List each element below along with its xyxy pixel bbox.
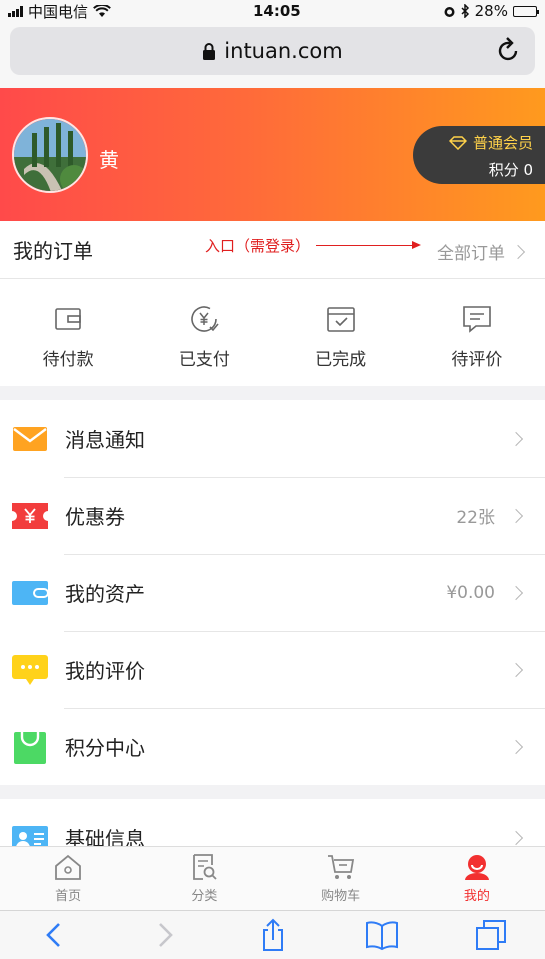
browser-toolbar [0,910,545,959]
member-level: 普通会员 [472,134,533,152]
chat-bubble-icon [12,652,48,688]
diamond-icon [448,135,467,150]
all-orders-link[interactable]: 全部订单 [437,239,526,264]
tab-cart[interactable]: 购物车 [273,847,409,910]
chevron-right-icon [508,431,524,446]
tab-home[interactable]: 首页 [0,847,136,910]
menu-item-label: 我的评价 [65,655,511,684]
menu-item-label: 消息通知 [65,428,145,452]
comment-icon [463,306,491,333]
menu-item-points-center[interactable]: 积分中心 [0,708,545,785]
chevron-right-icon [508,830,524,845]
asset-balance: ¥0.00 [446,582,495,603]
chevron-right-icon [508,585,524,600]
menu-item-coupons[interactable]: 优惠券 22张 [0,477,545,554]
cart-icon [327,855,354,879]
order-pending-payment[interactable]: 待付款 [0,279,136,386]
tab-label: 分类 [191,889,218,904]
chevron-right-icon [508,739,524,754]
menu-item-reviews[interactable]: 我的评价 [0,631,545,708]
avatar[interactable] [12,117,88,193]
tab-category[interactable]: 分类 [136,847,272,910]
tab-mine[interactable]: 我的 [409,847,545,910]
chevron-right-icon [510,244,526,259]
menu-item-assets[interactable]: 我的资产 ¥0.00 [0,554,545,631]
url-text: intuan.com [224,39,343,63]
yen-coin-icon [191,306,219,332]
alarm-icon [444,6,455,17]
home-icon [55,854,82,880]
reload-icon[interactable] [497,37,521,63]
menu-item-messages[interactable]: 消息通知 [0,400,545,477]
tab-label: 首页 [55,889,82,904]
tab-label: 购物车 [321,889,361,904]
username: 黄 [99,148,119,172]
order-item-label: 待付款 [42,350,94,370]
bluetooth-icon [461,4,469,18]
tabs-icon[interactable] [474,918,508,952]
bookmarks-icon[interactable] [365,918,399,952]
order-to-review[interactable]: 待评价 [409,279,545,386]
tab-label: 我的 [463,889,490,904]
order-paid[interactable]: 已支付 [136,279,272,386]
menu-item-label: 积分中心 [65,732,511,761]
forward-icon[interactable] [147,918,181,952]
checked-box-icon [326,307,355,332]
profile-header: 黄 普通会员 积分 0 [0,88,545,221]
app-tab-bar: 首页 分类 购物车 我的 [0,846,545,910]
clock-time: 14:05 [252,2,301,20]
address-bar[interactable]: intuan.com [10,27,535,75]
share-icon[interactable] [256,918,290,952]
menu-list: 消息通知 优惠券 22张 我的资产 ¥0.00 我的评价 积分中心 [0,400,545,785]
coupon-count: 22张 [456,508,495,528]
wallet-icon [55,308,81,330]
shopping-bag-icon [12,729,48,765]
carrier-name: 中国电信 [28,2,89,21]
order-item-label: 已完成 [315,350,367,370]
coupon-icon [12,498,48,534]
user-icon [464,855,489,880]
points-text: 积分 0 [488,161,533,179]
category-search-icon [193,854,218,880]
status-bar: 中国电信 14:05 28% [0,0,545,22]
lock-icon [203,43,216,60]
annotation-arrow [316,241,421,249]
order-item-label: 已支付 [178,350,230,370]
wifi-icon [93,4,111,17]
orders-title: 我的订单 [13,239,93,263]
menu-item-label: 我的资产 [65,578,446,607]
chevron-right-icon [508,508,524,523]
chevron-right-icon [508,662,524,677]
battery-percent: 28% [474,2,508,20]
envelope-icon [12,421,48,457]
orders-section: 我的订单 入口（需登录） 全部订单 待付款 已支付 已完成 待评价 [0,221,545,386]
member-card[interactable]: 普通会员 积分 0 [413,126,545,184]
battery-icon [512,5,539,17]
cellular-signal-icon [8,5,23,17]
annotation-text: 入口（需登录） [205,237,311,255]
order-item-label: 待评价 [451,350,503,370]
back-icon[interactable] [38,918,72,952]
menu-item-label: 优惠券 [65,501,456,530]
wallet-card-icon [12,575,48,611]
all-orders-label: 全部订单 [437,244,505,264]
order-completed[interactable]: 已完成 [273,279,409,386]
